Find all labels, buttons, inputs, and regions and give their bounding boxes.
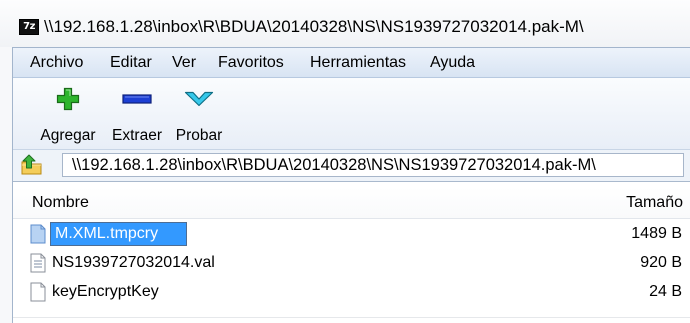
file-name: M.XML.tmpcry: [55, 225, 159, 242]
menu-favoritos[interactable]: Favoritos: [216, 48, 286, 77]
column-header-size[interactable]: Tamaño: [626, 187, 683, 218]
file-size: 1489 B: [631, 225, 682, 242]
address-bar: [13, 150, 690, 180]
file-row[interactable]: NS1939727032014.val 920 B: [13, 249, 690, 277]
up-folder-button[interactable]: [20, 153, 44, 177]
menu-ayuda[interactable]: Ayuda: [428, 48, 477, 77]
column-header-name[interactable]: Nombre: [32, 187, 89, 218]
add-button-label: Agregar: [40, 127, 96, 144]
extract-button-label: Extraer: [112, 127, 162, 144]
extract-minus-icon: [122, 82, 152, 115]
address-path-input[interactable]: [62, 153, 684, 177]
file-size: 920 B: [640, 254, 682, 271]
file-icon: [30, 224, 46, 244]
text-file-icon: [30, 253, 46, 273]
folder-up-icon: [21, 154, 42, 175]
file-row[interactable]: M.XML.tmpcry 1489 B: [13, 220, 690, 248]
test-button-label: Probar: [175, 127, 223, 144]
window-title: \\192.168.1.28\inbox\R\BDUA\20140328\NS\…: [44, 17, 584, 36]
add-button[interactable]: Agregar: [33, 82, 103, 146]
menu-editar[interactable]: Editar: [108, 48, 154, 77]
rename-input[interactable]: M.XML.tmpcry: [50, 222, 187, 246]
window-title-bar[interactable]: 7z \\192.168.1.28\inbox\R\BDUA\20140328\…: [0, 0, 690, 47]
test-check-icon: [184, 82, 214, 115]
sevenzip-app-icon[interactable]: 7z: [19, 19, 39, 35]
file-name: keyEncryptKey: [52, 283, 159, 300]
list-header: Nombre Tamaño: [13, 187, 690, 219]
file-row[interactable]: keyEncryptKey 24 B: [13, 278, 690, 306]
toolbar: Agregar Extraer Probar: [13, 78, 690, 150]
file-size: 24 B: [649, 283, 682, 300]
menu-archivo[interactable]: Archivo: [28, 48, 85, 77]
menu-herramientas[interactable]: Herramientas: [308, 48, 408, 77]
menu-bar: Archivo Editar Ver Favoritos Herramienta…: [13, 48, 690, 78]
list-gridline: [13, 317, 690, 318]
menu-ver[interactable]: Ver: [170, 48, 198, 77]
file-icon: [30, 282, 46, 302]
add-plus-icon: [56, 82, 80, 115]
file-name: NS1939727032014.val: [52, 254, 215, 271]
file-list[interactable]: Nombre Tamaño M.XML.tmpcry 1489 B NS1939…: [13, 181, 690, 323]
test-button[interactable]: Probar: [169, 82, 229, 146]
extract-button[interactable]: Extraer: [106, 82, 168, 146]
